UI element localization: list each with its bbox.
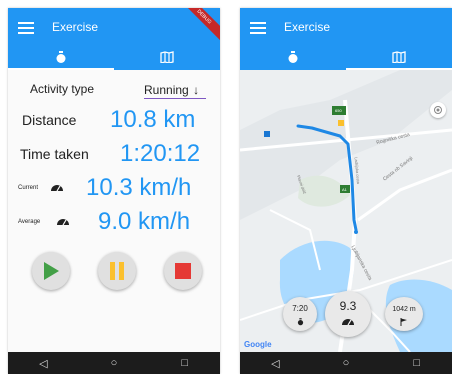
time-bubble: 7:20 bbox=[283, 297, 317, 331]
poi-icon bbox=[264, 131, 270, 137]
route-shield-label: A1 bbox=[342, 187, 347, 192]
chevron-down-icon: ↓ bbox=[193, 83, 200, 97]
distance-row: Distance 10.8 km bbox=[8, 104, 220, 134]
app-title: Exercise bbox=[52, 20, 99, 34]
activity-type-label: Activity type bbox=[30, 82, 95, 96]
stop-button[interactable] bbox=[164, 252, 202, 290]
current-label: Current bbox=[18, 185, 39, 191]
play-button[interactable] bbox=[32, 252, 70, 290]
distance-label: Distance bbox=[22, 112, 77, 128]
activity-type-dropdown[interactable]: Running ↓ bbox=[144, 81, 206, 99]
back-icon[interactable]: ◁ bbox=[33, 357, 53, 370]
poi-icon bbox=[338, 120, 344, 126]
activity-type-value: Running bbox=[144, 83, 189, 97]
distance-bubble: 1042 m bbox=[385, 297, 423, 331]
stopwatch-icon bbox=[297, 318, 303, 326]
menu-icon[interactable] bbox=[18, 22, 34, 34]
speed-bubble: 9.3 bbox=[325, 291, 371, 337]
pause-button[interactable] bbox=[98, 252, 136, 290]
back-icon[interactable]: ◁ bbox=[265, 357, 285, 370]
recent-apps-icon[interactable]: □ bbox=[407, 357, 427, 369]
system-nav-bar: ◁ ○ □ bbox=[240, 352, 452, 374]
route-shield-label: 650 bbox=[335, 108, 342, 113]
current-speed-row: Current 10.3 km/h bbox=[8, 172, 220, 202]
average-speed-value: 9.0 km/h bbox=[98, 208, 191, 235]
home-icon[interactable]: ○ bbox=[336, 357, 356, 369]
exercise-map-screen: Exercise 650 A1 Rogniška cesta Cesta ob … bbox=[240, 8, 452, 374]
debug-banner: DEBUG bbox=[179, 8, 220, 42]
average-label: Average bbox=[18, 219, 41, 225]
exercise-tracker-screen: Exercise DEBUG Activity type Running ↓ D… bbox=[8, 8, 220, 374]
stop-icon bbox=[175, 263, 191, 279]
speed-bubble-value: 9.3 bbox=[339, 299, 357, 313]
play-icon bbox=[44, 262, 59, 280]
app-title: Exercise bbox=[284, 20, 331, 34]
my-location-button[interactable] bbox=[430, 102, 446, 118]
time-bubble-value: 7:20 bbox=[292, 304, 308, 313]
recent-apps-icon[interactable]: □ bbox=[175, 357, 195, 369]
home-icon[interactable]: ○ bbox=[104, 357, 124, 369]
speedometer-icon bbox=[51, 185, 63, 192]
system-nav-bar: ◁ ○ □ bbox=[8, 352, 220, 374]
distance-value: 10.8 km bbox=[110, 106, 196, 133]
speedometer-icon bbox=[57, 219, 69, 226]
tab-stopwatch[interactable] bbox=[8, 44, 114, 70]
map-icon bbox=[392, 51, 406, 63]
my-location-icon bbox=[434, 106, 442, 114]
time-label: Time taken bbox=[20, 146, 89, 162]
google-logo: Google bbox=[244, 340, 272, 349]
stopwatch-icon bbox=[288, 50, 298, 63]
app-bar: Exercise bbox=[240, 8, 452, 70]
tab-stopwatch[interactable] bbox=[240, 44, 346, 70]
tab-map[interactable] bbox=[114, 44, 220, 70]
tab-indicator bbox=[8, 68, 114, 70]
tab-map[interactable] bbox=[346, 44, 452, 70]
stopwatch-icon bbox=[56, 50, 66, 63]
pause-icon bbox=[110, 262, 124, 280]
distance-bubble-value: 1042 m bbox=[392, 306, 416, 313]
average-speed-row: Average 9.0 km/h bbox=[8, 206, 220, 236]
menu-icon[interactable] bbox=[250, 22, 266, 34]
speedometer-icon bbox=[342, 319, 354, 326]
activity-type-row: Activity type Running ↓ bbox=[8, 78, 220, 102]
time-row: Time taken 1:20:12 bbox=[8, 138, 220, 168]
map-icon bbox=[160, 51, 174, 63]
flag-icon bbox=[400, 318, 407, 326]
current-speed-value: 10.3 km/h bbox=[86, 174, 192, 201]
app-bar: Exercise DEBUG bbox=[8, 8, 220, 70]
time-value: 1:20:12 bbox=[120, 140, 201, 167]
